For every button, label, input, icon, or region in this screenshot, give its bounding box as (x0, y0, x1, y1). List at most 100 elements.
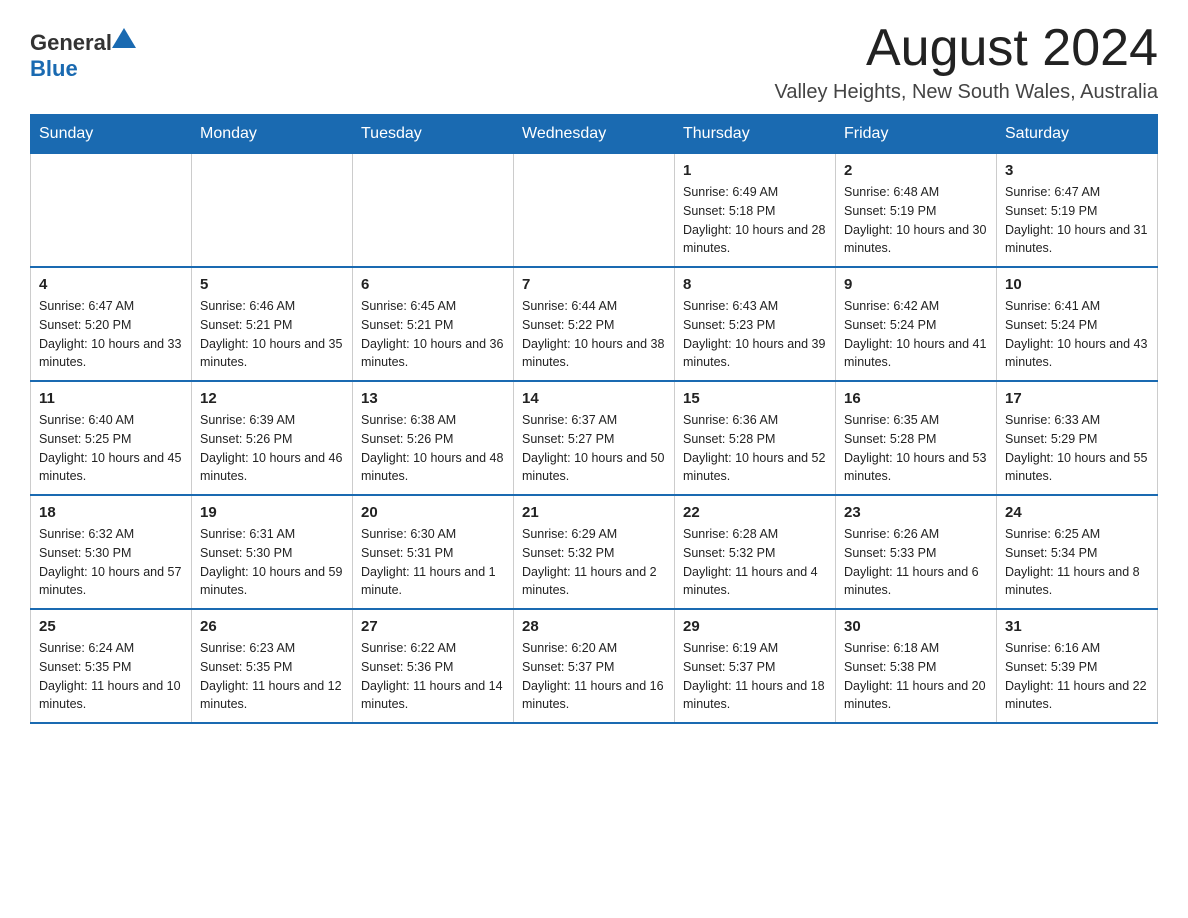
day-info: Sunrise: 6:37 AMSunset: 5:27 PMDaylight:… (522, 411, 666, 486)
day-number: 27 (361, 618, 505, 635)
day-info: Sunrise: 6:26 AMSunset: 5:33 PMDaylight:… (844, 525, 988, 600)
day-info: Sunrise: 6:47 AMSunset: 5:20 PMDaylight:… (39, 297, 183, 372)
day-cell: 30 Sunrise: 6:18 AMSunset: 5:38 PMDayligh… (836, 609, 997, 723)
day-number: 18 (39, 504, 183, 521)
day-info: Sunrise: 6:24 AMSunset: 5:35 PMDaylight:… (39, 639, 183, 714)
day-cell: 3 Sunrise: 6:47 AMSunset: 5:19 PMDaylight… (997, 154, 1158, 268)
day-number: 10 (1005, 276, 1149, 293)
day-number: 20 (361, 504, 505, 521)
day-info: Sunrise: 6:20 AMSunset: 5:37 PMDaylight:… (522, 639, 666, 714)
day-number: 4 (39, 276, 183, 293)
day-cell: 2 Sunrise: 6:48 AMSunset: 5:19 PMDaylight… (836, 154, 997, 268)
logo: General Blue (30, 28, 136, 82)
day-cell: 5Sunrise: 6:46 AMSunset: 5:21 PMDaylight… (192, 267, 353, 381)
header-saturday: Saturday (997, 115, 1158, 154)
day-info: Sunrise: 6:40 AMSunset: 5:25 PMDaylight:… (39, 411, 183, 486)
day-cell: 27 Sunrise: 6:22 AMSunset: 5:36 PMDayligh… (353, 609, 514, 723)
header-monday: Monday (192, 115, 353, 154)
day-number: 1 (683, 162, 827, 179)
day-cell: 23Sunrise: 6:26 AMSunset: 5:33 PMDayligh… (836, 495, 997, 609)
day-number: 14 (522, 390, 666, 407)
day-number: 8 (683, 276, 827, 293)
subtitle: Valley Heights, New South Wales, Austral… (774, 81, 1158, 104)
day-cell: 6Sunrise: 6:45 AMSunset: 5:21 PMDaylight… (353, 267, 514, 381)
day-cell (192, 154, 353, 268)
day-info: Sunrise: 6:22 AMSunset: 5:36 PMDaylight:… (361, 639, 505, 714)
calendar-table: Sunday Monday Tuesday Wednesday Thursday… (30, 114, 1158, 724)
day-info: Sunrise: 6:29 AMSunset: 5:32 PMDaylight:… (522, 525, 666, 600)
day-cell: 18Sunrise: 6:32 AMSunset: 5:30 PMDayligh… (31, 495, 192, 609)
day-info: Sunrise: 6:36 AMSunset: 5:28 PMDaylight:… (683, 411, 827, 486)
day-cell: 24 Sunrise: 6:25 AMSunset: 5:34 PMDayligh… (997, 495, 1158, 609)
day-info: Sunrise: 6:19 AMSunset: 5:37 PMDaylight:… (683, 639, 827, 714)
day-cell (514, 154, 675, 268)
day-number: 26 (200, 618, 344, 635)
day-cell: 11 Sunrise: 6:40 AMSunset: 5:25 PMDayligh… (31, 381, 192, 495)
day-number: 25 (39, 618, 183, 635)
day-cell: 4 Sunrise: 6:47 AMSunset: 5:20 PMDaylight… (31, 267, 192, 381)
day-number: 12 (200, 390, 344, 407)
day-info: Sunrise: 6:44 AMSunset: 5:22 PMDaylight:… (522, 297, 666, 372)
calendar-body: 1 Sunrise: 6:49 AMSunset: 5:18 PMDaylight… (31, 154, 1158, 724)
title-section: August 2024 Valley Heights, New South Wa… (774, 20, 1158, 104)
day-number: 19 (200, 504, 344, 521)
day-info: Sunrise: 6:43 AMSunset: 5:23 PMDaylight:… (683, 297, 827, 372)
day-number: 2 (844, 162, 988, 179)
day-info: Sunrise: 6:41 AMSunset: 5:24 PMDaylight:… (1005, 297, 1149, 372)
day-cell: 10 Sunrise: 6:41 AMSunset: 5:24 PMDayligh… (997, 267, 1158, 381)
day-info: Sunrise: 6:18 AMSunset: 5:38 PMDaylight:… (844, 639, 988, 714)
day-info: Sunrise: 6:16 AMSunset: 5:39 PMDaylight:… (1005, 639, 1149, 714)
day-cell: 19 Sunrise: 6:31 AMSunset: 5:30 PMDayligh… (192, 495, 353, 609)
day-number: 11 (39, 390, 183, 407)
day-info: Sunrise: 6:42 AMSunset: 5:24 PMDaylight:… (844, 297, 988, 372)
week-row-1: 4 Sunrise: 6:47 AMSunset: 5:20 PMDaylight… (31, 267, 1158, 381)
day-number: 31 (1005, 618, 1149, 635)
day-cell: 31 Sunrise: 6:16 AMSunset: 5:39 PMDayligh… (997, 609, 1158, 723)
day-cell: 8 Sunrise: 6:43 AMSunset: 5:23 PMDaylight… (675, 267, 836, 381)
day-info: Sunrise: 6:30 AMSunset: 5:31 PMDaylight:… (361, 525, 505, 600)
page-header: General Blue August 2024 Valley Heights,… (30, 20, 1158, 104)
day-info: Sunrise: 6:39 AMSunset: 5:26 PMDaylight:… (200, 411, 344, 486)
day-number: 15 (683, 390, 827, 407)
day-cell: 25 Sunrise: 6:24 AMSunset: 5:35 PMDayligh… (31, 609, 192, 723)
week-row-2: 11 Sunrise: 6:40 AMSunset: 5:25 PMDayligh… (31, 381, 1158, 495)
day-number: 17 (1005, 390, 1149, 407)
day-cell: 13 Sunrise: 6:38 AMSunset: 5:26 PMDayligh… (353, 381, 514, 495)
day-cell: 28 Sunrise: 6:20 AMSunset: 5:37 PMDayligh… (514, 609, 675, 723)
day-number: 5 (200, 276, 344, 293)
day-info: Sunrise: 6:45 AMSunset: 5:21 PMDaylight:… (361, 297, 505, 372)
day-number: 3 (1005, 162, 1149, 179)
day-number: 30 (844, 618, 988, 635)
day-info: Sunrise: 6:31 AMSunset: 5:30 PMDaylight:… (200, 525, 344, 600)
day-info: Sunrise: 6:49 AMSunset: 5:18 PMDaylight:… (683, 183, 827, 258)
day-cell: 26Sunrise: 6:23 AMSunset: 5:35 PMDayligh… (192, 609, 353, 723)
day-cell: 16Sunrise: 6:35 AMSunset: 5:28 PMDayligh… (836, 381, 997, 495)
day-cell: 22Sunrise: 6:28 AMSunset: 5:32 PMDayligh… (675, 495, 836, 609)
day-cell: 29 Sunrise: 6:19 AMSunset: 5:37 PMDayligh… (675, 609, 836, 723)
day-number: 13 (361, 390, 505, 407)
day-info: Sunrise: 6:28 AMSunset: 5:32 PMDaylight:… (683, 525, 827, 600)
day-info: Sunrise: 6:47 AMSunset: 5:19 PMDaylight:… (1005, 183, 1149, 258)
calendar-header: Sunday Monday Tuesday Wednesday Thursday… (31, 115, 1158, 154)
day-number: 29 (683, 618, 827, 635)
day-cell: 12 Sunrise: 6:39 AMSunset: 5:26 PMDayligh… (192, 381, 353, 495)
day-number: 9 (844, 276, 988, 293)
day-cell: 17Sunrise: 6:33 AMSunset: 5:29 PMDayligh… (997, 381, 1158, 495)
header-wednesday: Wednesday (514, 115, 675, 154)
day-number: 16 (844, 390, 988, 407)
day-number: 28 (522, 618, 666, 635)
day-cell: 21Sunrise: 6:29 AMSunset: 5:32 PMDayligh… (514, 495, 675, 609)
day-cell (31, 154, 192, 268)
day-cell: 20 Sunrise: 6:30 AMSunset: 5:31 PMDayligh… (353, 495, 514, 609)
week-row-4: 25 Sunrise: 6:24 AMSunset: 5:35 PMDayligh… (31, 609, 1158, 723)
header-sunday: Sunday (31, 115, 192, 154)
day-cell: 9 Sunrise: 6:42 AMSunset: 5:24 PMDaylight… (836, 267, 997, 381)
day-number: 24 (1005, 504, 1149, 521)
day-info: Sunrise: 6:48 AMSunset: 5:19 PMDaylight:… (844, 183, 988, 258)
day-cell: 7Sunrise: 6:44 AMSunset: 5:22 PMDaylight… (514, 267, 675, 381)
day-info: Sunrise: 6:38 AMSunset: 5:26 PMDaylight:… (361, 411, 505, 486)
week-row-0: 1 Sunrise: 6:49 AMSunset: 5:18 PMDaylight… (31, 154, 1158, 268)
logo-text: General Blue (30, 28, 136, 82)
day-cell: 1 Sunrise: 6:49 AMSunset: 5:18 PMDaylight… (675, 154, 836, 268)
day-info: Sunrise: 6:25 AMSunset: 5:34 PMDaylight:… (1005, 525, 1149, 600)
